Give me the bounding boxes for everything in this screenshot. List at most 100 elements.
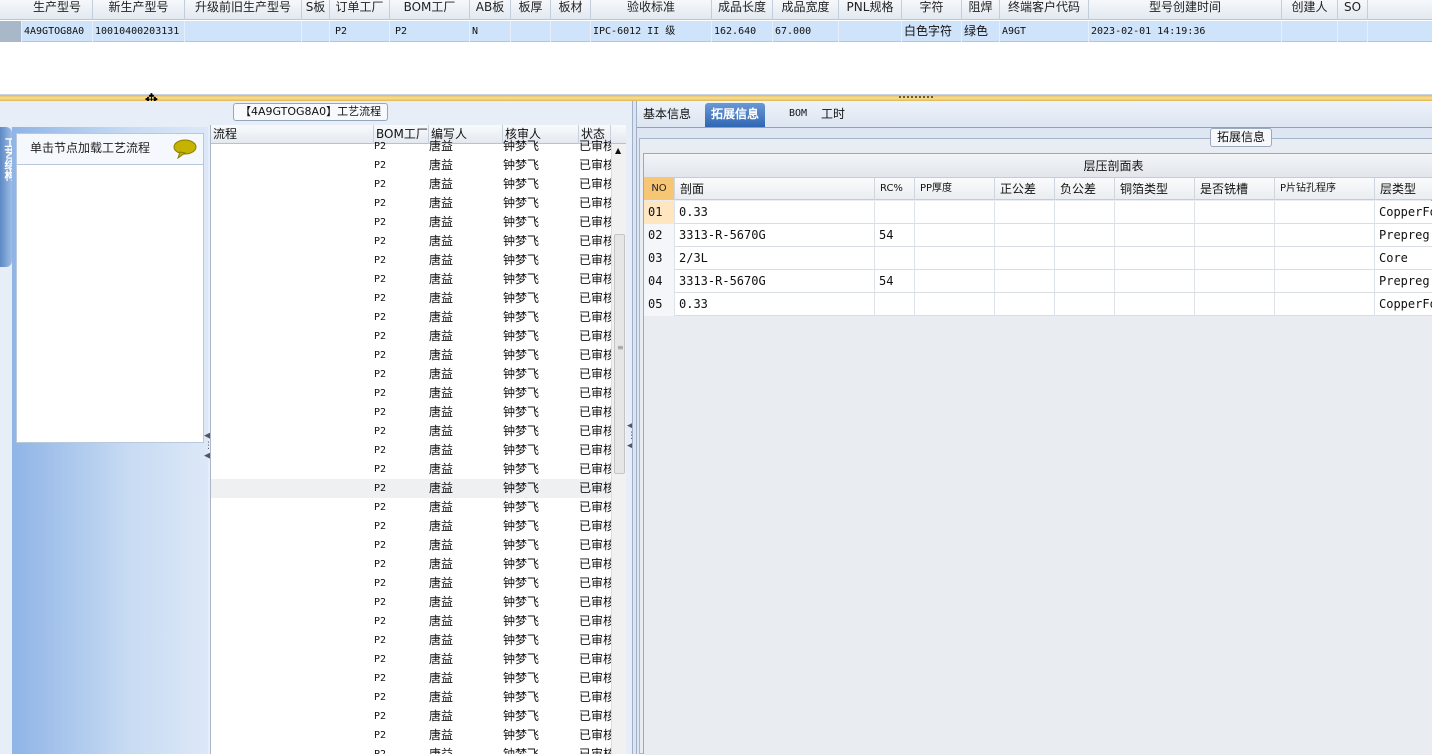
tree-row[interactable]: 沉铜P2唐益钟梦飞已审核: [211, 650, 611, 669]
tree-row[interactable]: −层压P2唐益钟梦飞已审核: [211, 422, 611, 441]
stack-cell[interactable]: [1195, 270, 1275, 293]
stack-cell[interactable]: 04: [644, 270, 675, 293]
stack-col-header[interactable]: 是否铣槽: [1195, 178, 1275, 200]
stack-cell[interactable]: [915, 247, 995, 270]
stack-cell[interactable]: [1055, 201, 1115, 224]
grid-cell[interactable]: A9GT: [1000, 21, 1089, 42]
stack-cell[interactable]: [995, 247, 1055, 270]
grid-col-header[interactable]: 阻焊: [962, 0, 1000, 20]
lamination-stack-table[interactable]: 层压剖面表 NO 剖面 RC% PP厚度 正公差 负公差 铜箔类型 是否铣槽 P片钻孔程序 层类型…: [643, 153, 1432, 755]
tree-row[interactable]: −内层图形P2唐益钟梦飞已审核: [211, 175, 611, 194]
tree-row[interactable]: 排板P2唐益钟梦飞已审核: [211, 460, 611, 479]
grid-cell[interactable]: IPC-6012 II 级: [591, 21, 712, 42]
tab-basic-info[interactable]: 基本信息: [637, 103, 697, 127]
stack-cell[interactable]: [995, 293, 1055, 316]
tree-row[interactable]: 内层前处理P2唐益钟梦飞已审核: [211, 194, 611, 213]
grid-col-header[interactable]: 字符: [902, 0, 962, 20]
tree-row[interactable]: 圆角P2唐益钟梦飞已审核: [211, 137, 611, 156]
scroll-up-icon[interactable]: ▲: [615, 146, 621, 155]
grid-cell[interactable]: 白色字符: [902, 21, 962, 42]
stack-cell[interactable]: 03: [644, 247, 675, 270]
stack-cell[interactable]: [1275, 247, 1375, 270]
grid-cell[interactable]: [1338, 21, 1368, 42]
tree-row[interactable]: 外层前处理P2唐益钟梦飞已审核: [211, 745, 611, 754]
grid-col-header[interactable]: 成品长度: [712, 0, 773, 20]
stack-row[interactable]: 02 3313-R-5670G 54 Prepreg: [644, 224, 1432, 247]
stack-cell[interactable]: 0.33: [675, 293, 875, 316]
stack-cell[interactable]: 3313-R-5670G: [675, 224, 875, 247]
stack-cell[interactable]: [915, 201, 995, 224]
stack-cell[interactable]: [995, 201, 1055, 224]
grid-col-header[interactable]: 型号创建时间: [1089, 0, 1282, 20]
scroll-thumb[interactable]: ≡: [614, 234, 625, 474]
stack-col-header[interactable]: 铜箔类型: [1115, 178, 1195, 200]
row-selector[interactable]: [0, 21, 22, 42]
tree-row[interactable]: 显影P2唐益钟梦飞已审核: [211, 251, 611, 270]
grid-col-header[interactable]: S板: [302, 0, 330, 20]
grid-cell[interactable]: N: [470, 21, 511, 42]
stack-cell[interactable]: [1195, 224, 1275, 247]
tree-row[interactable]: 预排P2唐益钟梦飞已审核: [211, 441, 611, 460]
grid-cell[interactable]: 162.640: [712, 21, 773, 42]
grid-cell[interactable]: 绿色: [962, 21, 1000, 42]
grid-cell[interactable]: [185, 21, 302, 42]
grid-cell[interactable]: P2: [330, 21, 390, 42]
tree-row[interactable]: 磨板P2唐益钟梦飞已审核: [211, 707, 611, 726]
tree-row[interactable]: −外层干膜P2唐益钟梦飞已审核: [211, 726, 611, 745]
tree-row[interactable]: −电镀P2唐益钟梦飞已审核: [211, 669, 611, 688]
tree-row[interactable]: 酸性蚀刻P2唐益钟梦飞已审核: [211, 270, 611, 289]
stack-col-header[interactable]: PP厚度: [915, 178, 995, 200]
grid-cell[interactable]: 10010400203131: [93, 21, 185, 42]
tree-row[interactable]: 铝片钻孔P2唐益钟梦飞已审核: [211, 574, 611, 593]
stack-cell[interactable]: Core: [1375, 247, 1432, 270]
stack-row[interactable]: 03 2/3L Core: [644, 247, 1432, 270]
tree-row[interactable]: 打字唛P2唐益钟梦飞已审核: [211, 536, 611, 555]
grid-col-header[interactable]: 创建人: [1282, 0, 1338, 20]
stack-cell[interactable]: Prepreg: [1375, 224, 1432, 247]
process-tree[interactable]: 流程BOM工厂编写人核审人状态 圆角P2唐益钟梦飞已审核打标P2唐益钟梦飞已审核…: [210, 125, 626, 754]
stack-cell[interactable]: [875, 247, 915, 270]
stack-cell[interactable]: [915, 293, 995, 316]
tree-row[interactable]: 棕化P2唐益钟梦飞已审核: [211, 384, 611, 403]
tree-row[interactable]: −AOIP2唐益钟梦飞已审核: [211, 308, 611, 327]
stack-col-header[interactable]: 剖面: [675, 178, 875, 200]
stack-cell[interactable]: 0.33: [675, 201, 875, 224]
grid-cell[interactable]: 4A9GTOG8A0: [22, 21, 93, 42]
grid-col-header[interactable]: 板材: [551, 0, 591, 20]
tree-row[interactable]: −沉铜P2唐益钟梦飞已审核: [211, 612, 611, 631]
grid-col-header[interactable]: 生产型号: [22, 0, 93, 20]
stack-cell[interactable]: CopperFoil: [1375, 201, 1432, 224]
stack-cell[interactable]: [1115, 224, 1195, 247]
grid-col-header[interactable]: 新生产型号: [93, 0, 185, 20]
grid-col-header[interactable]: AB板: [470, 0, 511, 20]
stack-col-header[interactable]: RC%: [875, 178, 915, 200]
stack-cell[interactable]: [875, 201, 915, 224]
grid-cell[interactable]: 2023-02-01 14:19:36: [1089, 21, 1282, 42]
stack-cell[interactable]: 54: [875, 224, 915, 247]
stack-cell[interactable]: [1275, 293, 1375, 316]
stack-cell[interactable]: 05: [644, 293, 675, 316]
stack-row[interactable]: 04 3313-R-5670G 54 Prepreg: [644, 270, 1432, 293]
tree-row[interactable]: −棕化P2唐益钟梦飞已审核: [211, 365, 611, 384]
grid-cell[interactable]: [302, 21, 330, 42]
tree-row[interactable]: 贴膜P2唐益钟梦飞已审核: [211, 213, 611, 232]
grid-cell[interactable]: [551, 21, 591, 42]
tree-row[interactable]: −钻孔P2唐益钟梦飞已审核: [211, 555, 611, 574]
stack-row[interactable]: 050.33 CopperFoil: [644, 293, 1432, 316]
grid-col-header[interactable]: 终端客户代码: [1000, 0, 1089, 20]
stack-cell[interactable]: [875, 293, 915, 316]
grid-cell[interactable]: [1282, 21, 1338, 42]
stack-cell[interactable]: 02: [644, 224, 675, 247]
stack-cell[interactable]: 2/3L: [675, 247, 875, 270]
grid-col-header[interactable]: SO: [1338, 0, 1368, 20]
tree-row[interactable]: 曝光P2唐益钟梦飞已审核: [211, 232, 611, 251]
tree-row[interactable]: X-Ray冲孔P2唐益钟梦飞已审核: [211, 498, 611, 517]
stack-cell[interactable]: [1275, 270, 1375, 293]
tree-row[interactable]: 钻孔P2唐益钟梦飞已审核: [211, 593, 611, 612]
stack-cell[interactable]: [1055, 293, 1115, 316]
product-grid-row-selected[interactable]: 4A9GTOG8A0 10010400203131 P2 P2 N IPC-6012 II…: [0, 21, 1432, 42]
stack-cell[interactable]: [1055, 224, 1115, 247]
stack-cell[interactable]: Prepreg: [1375, 270, 1432, 293]
stack-cell[interactable]: [1055, 270, 1115, 293]
stack-cell[interactable]: [1115, 247, 1195, 270]
